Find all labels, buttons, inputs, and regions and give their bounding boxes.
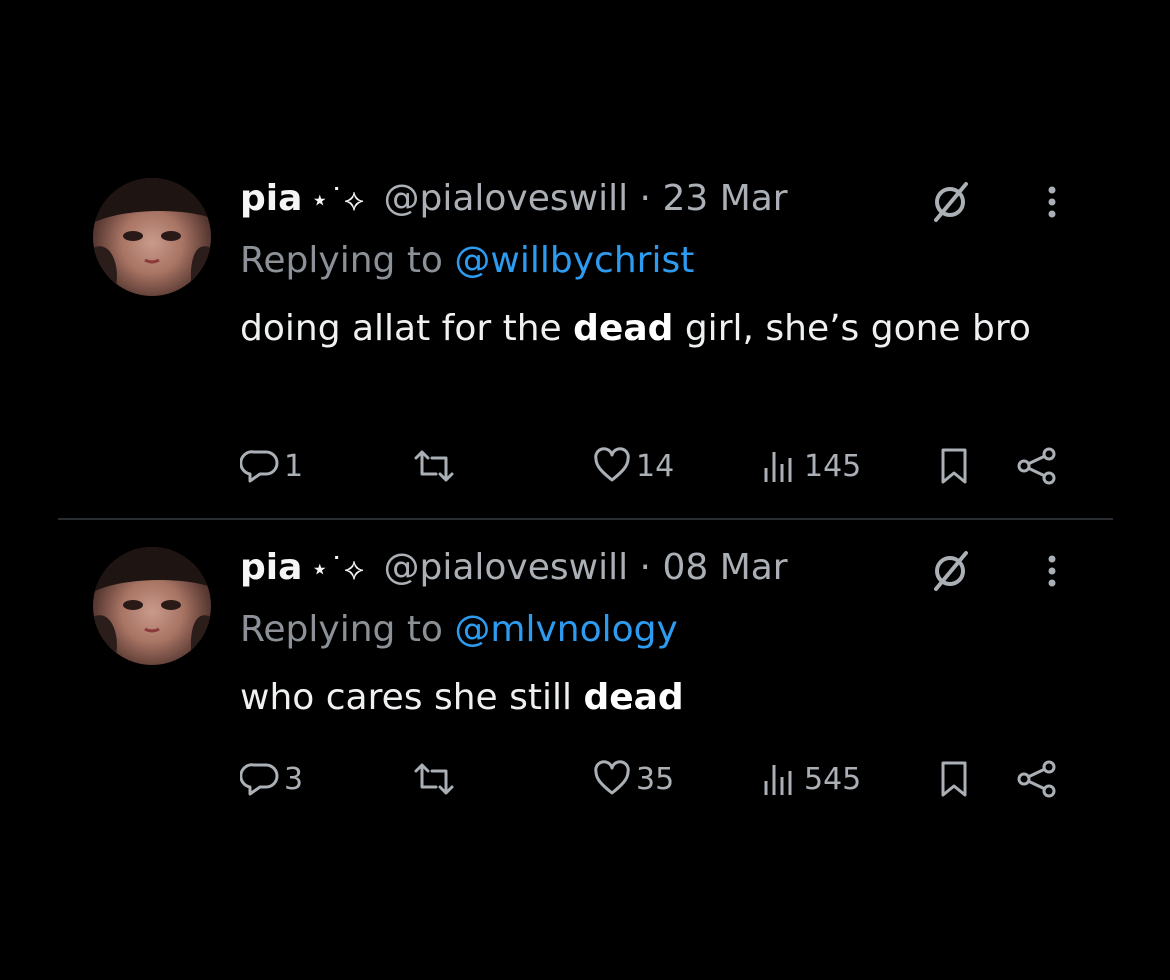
name-decoration: ⋆˙⟡ xyxy=(310,183,365,218)
retweet-button[interactable] xyxy=(410,444,458,488)
share-button[interactable] xyxy=(1016,444,1058,488)
reply-count: 1 xyxy=(284,448,304,484)
bookmark-button[interactable] xyxy=(934,444,974,488)
tweet-text-part: girl, she’s gone bro xyxy=(673,308,1031,349)
reply-button[interactable]: 1 xyxy=(240,444,303,488)
replying-prefix: Replying to xyxy=(240,240,443,281)
tweet-text-part: doing allat for the xyxy=(240,308,574,349)
retweet-icon xyxy=(414,763,454,795)
retweet-button[interactable] xyxy=(410,757,458,801)
bookmark-icon xyxy=(941,448,967,484)
display-name[interactable]: pia xyxy=(240,547,302,588)
like-count: 35 xyxy=(636,761,675,797)
reply-icon xyxy=(240,450,279,483)
action-bar: 3 35 545 xyxy=(240,757,1070,801)
reply-icon xyxy=(240,763,279,796)
tweet-text: doing allat for the dead girl, she’s gon… xyxy=(240,300,1040,358)
timestamp[interactable]: 23 Mar xyxy=(662,178,787,219)
share-icon xyxy=(1017,760,1056,798)
reply-count: 3 xyxy=(284,761,304,797)
views-button[interactable]: 545 xyxy=(760,757,861,801)
view-count: 145 xyxy=(804,448,862,484)
tweet-text-bold: dead xyxy=(573,308,674,349)
handle[interactable]: @pialoveswill xyxy=(383,178,628,219)
replying-to: Replying to @willbychrist xyxy=(240,238,694,284)
more-icon[interactable] xyxy=(1038,182,1066,222)
bookmark-button[interactable] xyxy=(934,757,974,801)
bookmark-icon xyxy=(941,761,967,797)
display-name[interactable]: pia xyxy=(240,178,302,219)
avatar[interactable] xyxy=(93,547,211,665)
grok-icon[interactable] xyxy=(928,180,972,224)
heart-icon xyxy=(594,760,630,795)
tweet-header: pia ⋆˙⟡ @pialoveswill · 23 Mar xyxy=(240,176,788,222)
action-bar: 1 14 145 xyxy=(240,444,1070,488)
views-button[interactable]: 145 xyxy=(760,444,861,488)
tweet-header: pia ⋆˙⟡ @pialoveswill · 08 Mar xyxy=(240,545,788,591)
separator-dot: · xyxy=(639,178,651,219)
like-button[interactable]: 14 xyxy=(592,444,674,488)
handle[interactable]: @pialoveswill xyxy=(383,547,628,588)
share-icon xyxy=(1017,447,1056,485)
name-decoration: ⋆˙⟡ xyxy=(310,552,365,587)
like-button[interactable]: 35 xyxy=(592,757,674,801)
separator-dot: · xyxy=(639,547,651,588)
views-icon xyxy=(764,452,792,482)
avatar[interactable] xyxy=(93,178,211,296)
more-icon[interactable] xyxy=(1038,551,1066,591)
share-button[interactable] xyxy=(1016,757,1058,801)
like-count: 14 xyxy=(636,448,675,484)
grok-icon[interactable] xyxy=(928,549,972,593)
divider xyxy=(58,518,1113,520)
replying-to: Replying to @mlvnology xyxy=(240,607,678,653)
views-icon xyxy=(764,765,792,795)
tweet-text-part: who cares she still xyxy=(240,677,584,718)
tweet-text: who cares she still dead xyxy=(240,669,1040,727)
tweet-text-bold: dead xyxy=(583,677,684,718)
heart-icon xyxy=(594,447,630,482)
retweet-icon xyxy=(414,450,454,482)
timestamp[interactable]: 08 Mar xyxy=(662,547,787,588)
reply-mention-link[interactable]: @willbychrist xyxy=(454,240,694,281)
reply-button[interactable]: 3 xyxy=(240,757,303,801)
replying-prefix: Replying to xyxy=(240,609,443,650)
reply-mention-link[interactable]: @mlvnology xyxy=(454,609,677,650)
view-count: 545 xyxy=(804,761,862,797)
